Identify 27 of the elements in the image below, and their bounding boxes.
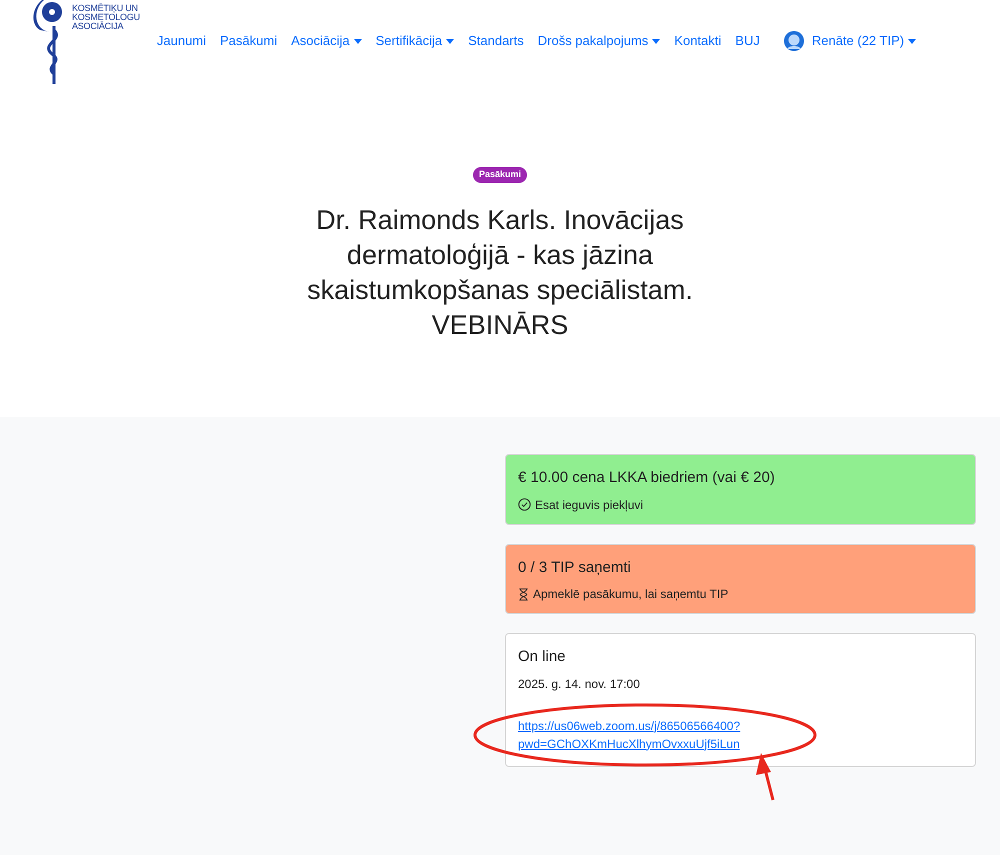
- nav-link[interactable]: Kontakti: [674, 31, 722, 51]
- nav-link[interactable]: Standarts: [468, 31, 524, 51]
- caret-icon: [652, 38, 660, 44]
- logo-text: KOSMĒTIĶU UN: [72, 4, 139, 13]
- nav-link[interactable]: Drošs pakalpojums: [538, 31, 660, 51]
- nav-link[interactable]: Asociācija: [291, 31, 362, 51]
- caret-icon: [354, 38, 362, 44]
- caret-icon: [908, 38, 916, 44]
- nav-link[interactable]: BUJ: [735, 31, 760, 51]
- logo-text: ASOCIĀCIJA: [72, 22, 124, 31]
- user-menu[interactable]: Renāte (22 TIP): [812, 31, 916, 51]
- hourglass-icon: [518, 588, 529, 600]
- check-circle-icon: [518, 498, 531, 511]
- caret-icon: [446, 38, 454, 44]
- card-note: Apmeklē pasākumu, lai saņemtu TIP: [533, 586, 728, 603]
- category-badge: Pasākumi: [472, 167, 528, 182]
- card-note: Esat ieguvis piekļuvi: [535, 496, 644, 514]
- nav-link[interactable]: Pasākumi: [220, 31, 278, 51]
- card-title: 0 / 3 TIP saņemti: [518, 558, 632, 578]
- nav-link[interactable]: Sertifikācija: [376, 31, 454, 51]
- card-title: On line: [518, 647, 567, 667]
- logo-text: KOSMETOLOGU: [72, 13, 140, 22]
- nav-link[interactable]: Jaunumi: [156, 31, 206, 51]
- event-date: 2025. g. 14. nov. 17:00: [518, 676, 641, 692]
- event-title: Dr. Raimonds Karls. Inovācijas dermatoloģijā - kas jāzina skaistumkopšanas speciālistam. VEBINĀRS: [306, 204, 694, 342]
- avatar-icon: [784, 31, 804, 51]
- card-title: € 10.00 cena LKKA biedriem (vai € 20): [518, 468, 776, 488]
